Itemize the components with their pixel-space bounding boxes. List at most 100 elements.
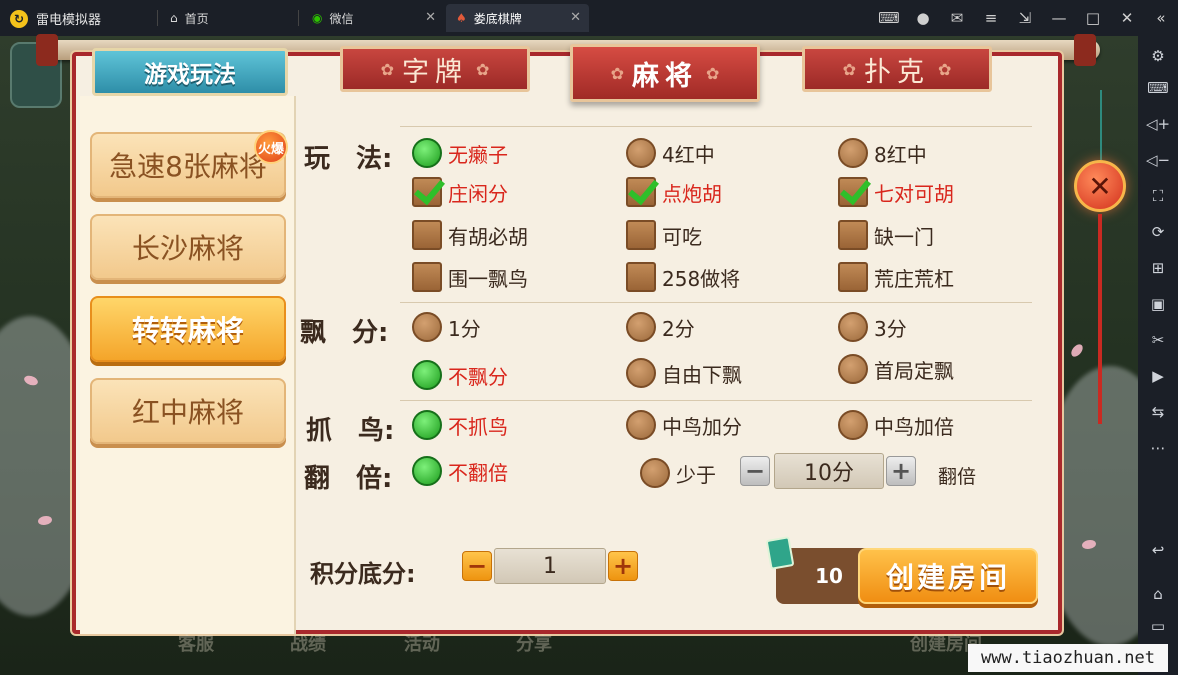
- option-label: 无癞子: [448, 142, 508, 167]
- option-label: 围一飘鸟: [448, 266, 528, 291]
- tab-separator: [157, 10, 158, 26]
- option-label: 有胡必胡: [448, 224, 528, 249]
- option-dianpao-hu[interactable]: 点炮胡: [626, 177, 722, 207]
- radio-icon: [626, 410, 656, 440]
- double-threshold-field[interactable]: 10分: [774, 453, 884, 489]
- option-piao-1[interactable]: 1分: [412, 312, 481, 342]
- option-missing-suit[interactable]: 缺一门: [838, 220, 934, 250]
- base-score-increase-button[interactable]: +: [608, 551, 638, 581]
- double-label: 翻 倍:: [304, 464, 393, 494]
- tab-home[interactable]: ⌂ 首页: [160, 4, 219, 32]
- user-icon[interactable]: ●: [906, 9, 940, 27]
- option-no-double[interactable]: 不翻倍: [412, 456, 508, 486]
- option-label: 3分: [874, 316, 907, 341]
- category-label: 字牌: [402, 56, 468, 88]
- add-icon[interactable]: ⊞: [1146, 256, 1170, 280]
- rules-tab[interactable]: 游戏玩法: [92, 48, 288, 96]
- apk-icon[interactable]: ▣: [1146, 292, 1170, 316]
- game-button-hongzhong[interactable]: 红中麻将: [90, 378, 286, 444]
- sync-icon[interactable]: ⇆: [1146, 400, 1170, 424]
- minimize-icon[interactable]: —: [1042, 9, 1076, 27]
- base-score-field[interactable]: 1: [494, 548, 606, 584]
- option-no-piao[interactable]: 不飘分: [412, 360, 508, 390]
- menu-hint-service: 客服: [178, 634, 214, 655]
- ornament-icon: ✿: [380, 59, 394, 79]
- checkbox-icon: [838, 177, 868, 207]
- option-4-hongzhong[interactable]: 4红中: [626, 138, 715, 168]
- category-tab-mahjong[interactable]: ✿ 麻将 ✿: [570, 44, 760, 102]
- option-piao-3[interactable]: 3分: [838, 312, 907, 342]
- option-bird-double[interactable]: 中鸟加倍: [838, 410, 954, 440]
- option-label: 不抓鸟: [448, 414, 508, 439]
- back-icon[interactable]: ↩: [1146, 538, 1170, 562]
- category-tab-poker[interactable]: ✿ 扑克 ✿: [802, 46, 992, 92]
- option-less-than[interactable]: 少于: [640, 458, 716, 488]
- gamepad-icon[interactable]: ⌨: [872, 9, 906, 27]
- tab-wechat[interactable]: ◉ 微信 ✕: [302, 4, 444, 32]
- option-can-chi[interactable]: 可吃: [626, 220, 702, 250]
- home-icon: ⌂: [170, 11, 178, 25]
- home-icon[interactable]: ⌂: [1146, 582, 1170, 606]
- mail-icon[interactable]: ✉: [940, 9, 974, 27]
- double-increase-button[interactable]: +: [886, 456, 916, 486]
- option-label: 缺一门: [874, 224, 934, 249]
- option-piao-2[interactable]: 2分: [626, 312, 695, 342]
- option-must-hu[interactable]: 有胡必胡: [412, 220, 528, 250]
- close-panel-button[interactable]: ✕: [1074, 160, 1126, 212]
- option-8-hongzhong[interactable]: 8红中: [838, 138, 927, 168]
- close-tab-icon[interactable]: ✕: [570, 10, 581, 25]
- option-huang-zhuang[interactable]: 荒庄荒杠: [838, 262, 954, 292]
- radio-icon: [838, 138, 868, 168]
- option-no-wild[interactable]: 无癞子: [412, 138, 508, 168]
- volume-up-icon[interactable]: ◁+: [1146, 112, 1170, 136]
- option-258-jiang[interactable]: 258做将: [626, 262, 740, 292]
- option-dealer-score[interactable]: 庄闲分: [412, 177, 508, 207]
- checkbox-icon: [626, 220, 656, 250]
- game-button-changsha[interactable]: 长沙麻将: [90, 214, 286, 280]
- game-button-zhuanzhuan[interactable]: 转转麻将: [90, 296, 286, 362]
- checkbox-icon: [626, 262, 656, 292]
- scroll-rod-end: [1074, 34, 1096, 66]
- fullscreen-icon[interactable]: ⛶: [1146, 184, 1170, 208]
- category-label: 麻将: [632, 60, 698, 92]
- ornament-icon: ✿: [938, 59, 952, 79]
- option-label: 258做将: [662, 266, 741, 291]
- volume-down-icon[interactable]: ◁−: [1146, 148, 1170, 172]
- option-label: 少于: [676, 462, 716, 487]
- scissors-icon[interactable]: ✂: [1146, 328, 1170, 352]
- maximize-icon[interactable]: □: [1076, 9, 1110, 27]
- option-label: 2分: [662, 316, 695, 341]
- close-icon[interactable]: ✕: [1110, 9, 1144, 27]
- keyboard-icon[interactable]: ⌨: [1146, 76, 1170, 100]
- option-label: 七对可胡: [874, 181, 954, 206]
- recent-icon[interactable]: ▭: [1146, 614, 1170, 638]
- option-first-round-piao[interactable]: 首局定飘: [838, 354, 954, 384]
- app-brand: ↻ 雷电模拟器: [10, 9, 101, 28]
- option-wei-yi-piao-niao[interactable]: 围一飘鸟: [412, 262, 528, 292]
- double-decrease-button[interactable]: −: [740, 456, 770, 486]
- option-label: 自由下飘: [662, 362, 742, 387]
- radio-icon: [626, 138, 656, 168]
- option-label: 荒庄荒杠: [874, 266, 954, 291]
- base-score-decrease-button[interactable]: −: [462, 551, 492, 581]
- option-no-bird[interactable]: 不抓鸟: [412, 410, 508, 440]
- create-room-button[interactable]: 创建房间: [858, 548, 1038, 604]
- option-bird-add-score[interactable]: 中鸟加分: [626, 410, 742, 440]
- close-tab-icon[interactable]: ✕: [425, 10, 436, 25]
- double-suffix: 翻倍: [938, 466, 977, 488]
- pin-icon[interactable]: ⇲: [1008, 9, 1042, 27]
- more-icon[interactable]: ⋯: [1146, 436, 1170, 460]
- option-label: 中鸟加分: [662, 414, 742, 439]
- menu-icon[interactable]: ≡: [974, 9, 1008, 27]
- checkbox-icon: [412, 262, 442, 292]
- divider: [400, 400, 1032, 401]
- tab-game[interactable]: ♠ 娄底棋牌 ✕: [446, 4, 589, 32]
- settings-icon[interactable]: ⚙: [1146, 44, 1170, 68]
- collapse-icon[interactable]: «: [1144, 9, 1178, 27]
- video-icon[interactable]: ▶: [1146, 364, 1170, 388]
- rotate-icon[interactable]: ⟳: [1146, 220, 1170, 244]
- option-free-piao[interactable]: 自由下飘: [626, 358, 742, 388]
- radio-icon: [412, 138, 442, 168]
- category-tab-zipai[interactable]: ✿ 字牌 ✿: [340, 46, 530, 92]
- option-seven-pairs[interactable]: 七对可胡: [838, 177, 954, 207]
